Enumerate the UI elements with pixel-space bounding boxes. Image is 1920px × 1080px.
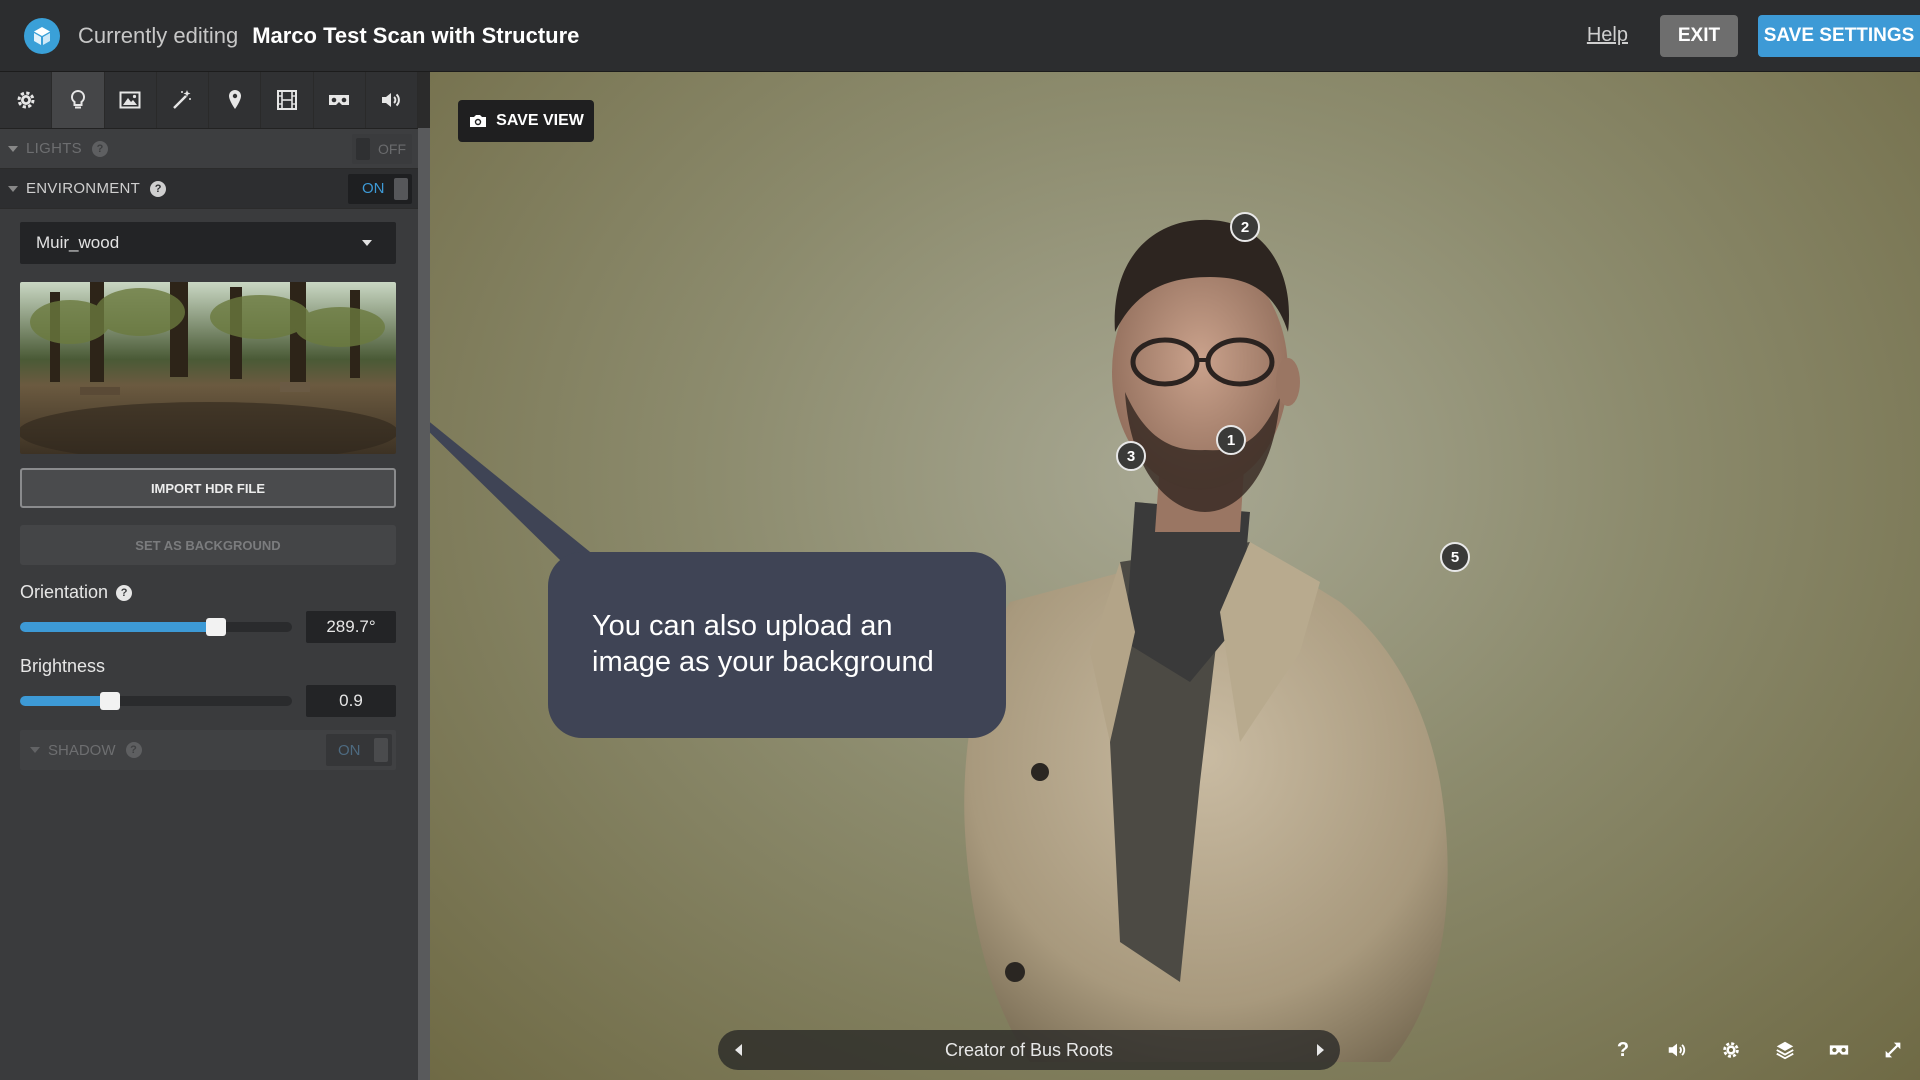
brightness-slider-thumb[interactable] — [99, 692, 120, 710]
save-view-label: SAVE VIEW — [496, 112, 584, 129]
exit-button[interactable]: EXIT — [1660, 14, 1738, 57]
orientation-label: Orientation — [20, 582, 109, 602]
tab-sound[interactable] — [366, 72, 418, 128]
caret-down-icon — [8, 185, 18, 192]
model-title: Marco Test Scan with Structure — [252, 22, 580, 48]
fullscreen-icon — [1885, 1042, 1901, 1058]
tab-lighting[interactable] — [52, 72, 105, 128]
save-settings-button[interactable]: SAVE SETTINGS — [1758, 14, 1920, 57]
brightness-slider[interactable] — [20, 692, 292, 710]
help-icon[interactable]: ? — [91, 140, 108, 157]
top-bar-actions: Help EXIT SAVE SETTINGS — [1587, 0, 1920, 71]
orientation-slider-fill — [20, 622, 216, 632]
help-icon[interactable]: ? — [125, 742, 142, 758]
pin-icon — [228, 90, 241, 109]
settings-button[interactable] — [1704, 1030, 1758, 1070]
brightness-label-row: Brightness — [20, 656, 105, 677]
annotation-title: Creator of Bus Roots — [944, 1039, 1114, 1060]
caret-left-icon — [734, 1044, 742, 1056]
lights-toggle-label: OFF — [378, 140, 406, 157]
toggle-knob — [374, 738, 388, 762]
help-link[interactable]: Help — [1587, 24, 1628, 47]
shadow-toggle-label: ON — [338, 741, 361, 759]
orientation-slider[interactable] — [20, 618, 292, 636]
sound-button[interactable] — [1650, 1030, 1704, 1070]
vr-icon — [1829, 1045, 1849, 1055]
settings-sidebar: LIGHTS ? OFF ENVIRONMENT ? ON Muir_wood — [0, 72, 418, 1080]
gear-icon — [17, 91, 35, 109]
tab-postprocessing[interactable] — [157, 72, 209, 128]
settings-icon — [1723, 1042, 1739, 1058]
shadow-toggle[interactable]: ON — [326, 734, 392, 766]
tab-general[interactable] — [0, 72, 53, 128]
orientation-value[interactable]: 289.7° — [306, 611, 396, 643]
brightness-value[interactable]: 0.9 — [306, 685, 396, 717]
lights-label: LIGHTS — [26, 140, 82, 157]
brightness-slider-fill — [20, 696, 110, 706]
set-as-background-button[interactable]: SET AS BACKGROUND — [20, 525, 396, 565]
caret-down-icon — [30, 747, 40, 753]
orientation-slider-thumb[interactable] — [205, 618, 226, 636]
editing-label: Currently editing — [78, 22, 239, 48]
environment-toggle[interactable]: ON — [348, 173, 412, 204]
app-logo-icon[interactable] — [24, 17, 60, 54]
environment-select-value: Muir_wood — [36, 233, 120, 252]
film-icon — [276, 90, 297, 110]
help-icon[interactable]: ? — [150, 180, 167, 197]
environment-toggle-label: ON — [362, 180, 385, 197]
vr-icon — [329, 95, 350, 105]
caret-right-icon — [1316, 1044, 1324, 1056]
orientation-label-row: Orientation ? — [20, 582, 133, 603]
sound-icon — [382, 93, 401, 107]
help-button[interactable]: ? — [1596, 1030, 1650, 1070]
top-bar: Currently editing Marco Test Scan with S… — [0, 0, 1920, 72]
sidebar-scrollbar[interactable] — [418, 128, 430, 1080]
viewer-controls: ? — [1596, 1030, 1920, 1070]
annotation-hotspot-5[interactable]: 5 — [1440, 542, 1470, 572]
3d-viewer[interactable]: SAVE VIEW 1 2 3 5 You can also upload an… — [430, 72, 1920, 1080]
previous-annotation-button[interactable] — [718, 1030, 758, 1070]
sound-icon — [1668, 1043, 1686, 1057]
environment-section-header[interactable]: ENVIRONMENT ? ON — [0, 169, 418, 209]
shadow-section-header[interactable]: SHADOW ? ON — [20, 730, 396, 770]
onboarding-tooltip: You can also upload an image as your bac… — [548, 552, 1006, 738]
annotation-hotspot-1[interactable]: 1 — [1216, 425, 1246, 455]
brightness-label: Brightness — [20, 656, 106, 676]
annotation-hotspot-3[interactable]: 3 — [1116, 441, 1146, 471]
fullscreen-button[interactable] — [1866, 1030, 1920, 1070]
annotation-hotspot-2[interactable]: 2 — [1230, 212, 1260, 242]
tool-tabs — [0, 72, 418, 129]
toggle-knob — [356, 137, 370, 160]
tab-annotations[interactable] — [209, 72, 262, 128]
save-view-button[interactable]: SAVE VIEW — [458, 100, 594, 142]
environment-select[interactable]: Muir_wood — [20, 222, 396, 264]
image-icon — [119, 91, 141, 109]
layers-button[interactable] — [1758, 1030, 1812, 1070]
next-annotation-button[interactable] — [1300, 1030, 1340, 1070]
import-hdr-button[interactable]: IMPORT HDR FILE — [20, 468, 396, 508]
layers-icon — [1776, 1041, 1794, 1060]
environment-label: ENVIRONMENT — [26, 180, 141, 197]
toggle-knob — [394, 177, 408, 200]
lights-section-header[interactable]: LIGHTS ? OFF — [0, 129, 418, 169]
help-icon[interactable]: ? — [116, 584, 133, 601]
tab-vr[interactable] — [314, 72, 366, 128]
tab-background[interactable] — [105, 72, 157, 128]
annotation-nav-bar: Creator of Bus Roots — [718, 1030, 1340, 1070]
vr-button[interactable] — [1812, 1030, 1866, 1070]
chevron-down-icon — [362, 240, 372, 246]
tab-animation[interactable] — [261, 72, 314, 128]
lights-toggle[interactable]: OFF — [352, 133, 412, 164]
help-icon: ? — [1616, 1038, 1630, 1061]
lightbulb-icon — [70, 89, 85, 109]
camera-icon — [470, 115, 487, 127]
shadow-label: SHADOW — [48, 741, 116, 759]
environment-preview-image — [20, 282, 396, 454]
caret-down-icon — [8, 145, 18, 152]
magic-wand-icon — [173, 90, 192, 109]
